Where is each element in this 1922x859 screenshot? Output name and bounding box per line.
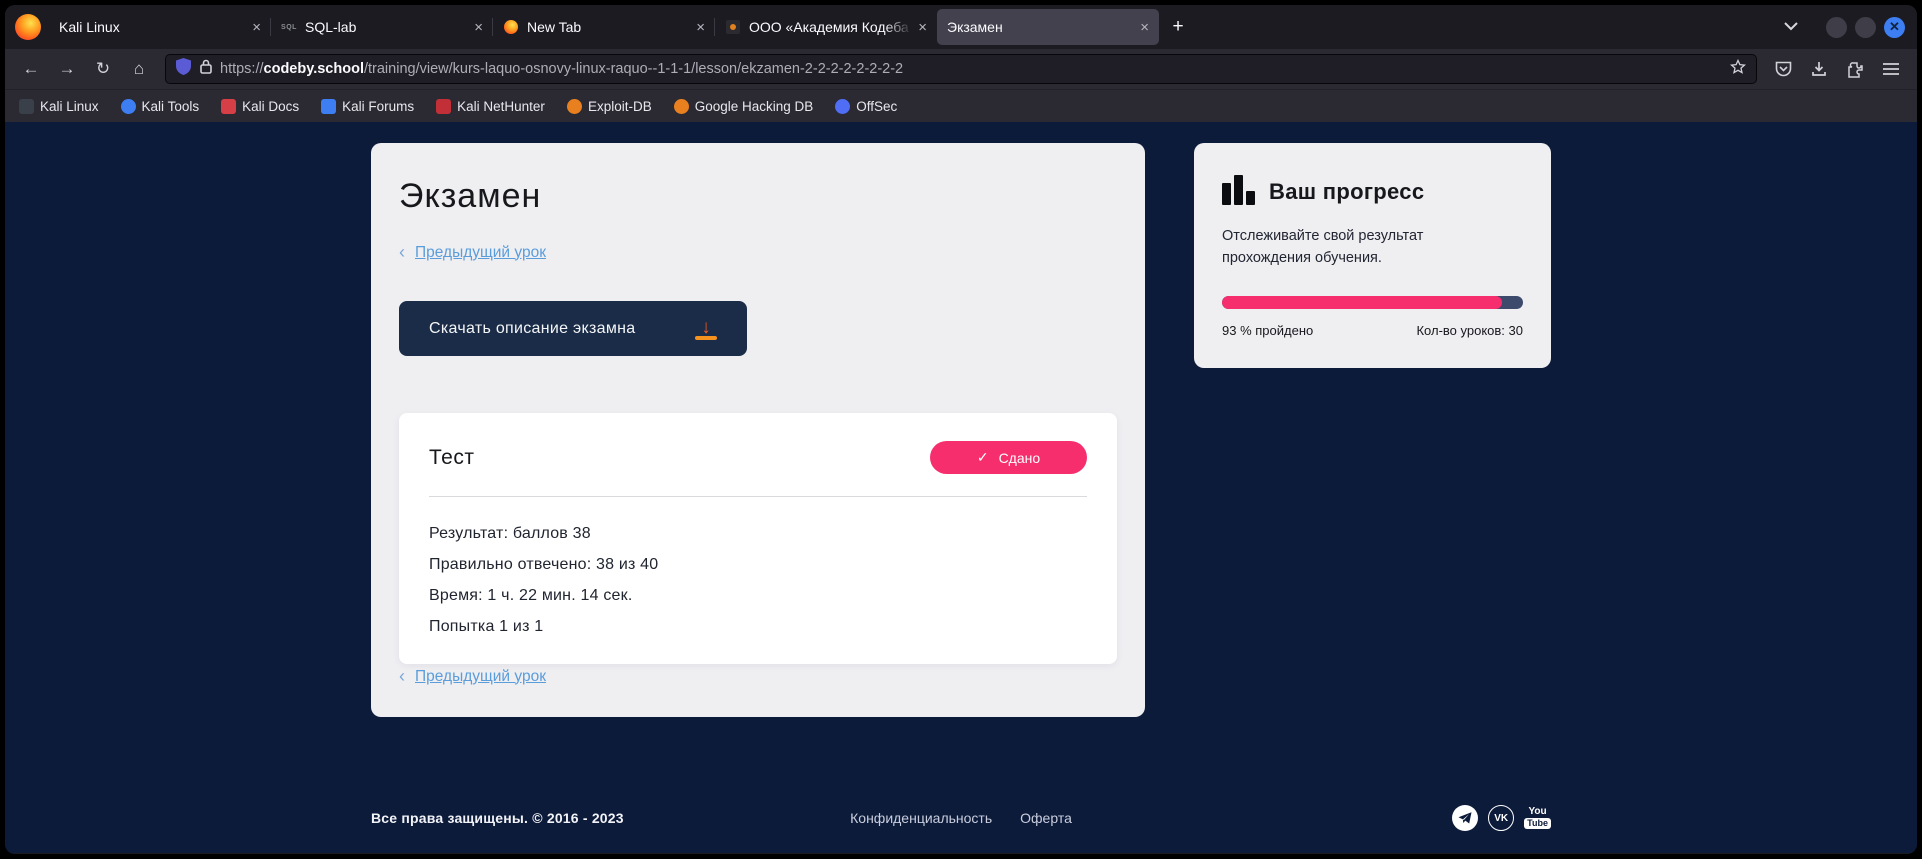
tracking-shield-icon[interactable]: [176, 58, 191, 80]
tab-label: SQL-lab: [305, 19, 468, 35]
bookmark-kali-tools[interactable]: Kali Tools: [121, 99, 200, 114]
bookmark-exploit-db[interactable]: Exploit-DB: [567, 99, 652, 114]
tab-ekzamen-active[interactable]: Экзамен ×: [937, 9, 1159, 45]
exploit-db-icon: [567, 99, 582, 114]
url-bar[interactable]: https://codeby.school/training/view/kurs…: [165, 54, 1757, 84]
kali-tools-icon: [121, 99, 136, 114]
tab-bar: Kali Linux × SQL SQL-lab × New Tab × ООО…: [5, 5, 1917, 49]
exam-card: Экзамен ‹ Предыдущий урок Скачать описан…: [371, 143, 1145, 717]
bookmark-kali-docs[interactable]: Kali Docs: [221, 99, 299, 114]
close-icon[interactable]: ×: [252, 20, 261, 35]
status-badge-label: Сдано: [999, 450, 1041, 466]
progress-description: Отслеживайте свой результат прохождения …: [1222, 225, 1472, 270]
chevron-down-icon[interactable]: [1784, 18, 1798, 36]
download-exam-description-button[interactable]: Скачать описание экзамна ↓: [399, 301, 747, 356]
tab-label: ООО «Академия Кодеба: [749, 19, 912, 35]
divider: [429, 496, 1087, 497]
close-icon[interactable]: ×: [696, 20, 705, 35]
downloads-icon[interactable]: [1803, 54, 1835, 84]
navigation-toolbar: ← → ↻ ⌂ https://codeby.school/training/v…: [5, 49, 1917, 89]
google-hacking-db-icon: [674, 99, 689, 114]
progress-card: Ваш прогресс Отслеживайте свой результат…: [1194, 143, 1551, 368]
test-result-card: Тест ✓ Сдано Результат: баллов 38 Правил…: [399, 413, 1117, 664]
browser-window: Kali Linux × SQL SQL-lab × New Tab × ООО…: [5, 5, 1917, 854]
firefox-logo-icon: [15, 14, 41, 40]
prev-lesson-link-bottom[interactable]: ‹ Предыдущий урок: [399, 666, 546, 687]
prev-lesson-label[interactable]: Предыдущий урок: [415, 668, 546, 686]
close-window-button[interactable]: ✕: [1884, 17, 1905, 38]
bookmarks-bar: Kali Linux Kali Tools Kali Docs Kali For…: [5, 89, 1917, 122]
kali-docs-icon: [221, 99, 236, 114]
social-links: VK You Tube: [1072, 805, 1551, 831]
result-score-line: Результат: баллов 38: [429, 525, 1087, 543]
progress-bar-fill: [1222, 296, 1502, 309]
page-title: Экзамен: [399, 177, 1117, 216]
forward-icon[interactable]: →: [51, 54, 83, 84]
chevron-left-icon: ‹: [399, 242, 405, 263]
back-icon[interactable]: ←: [15, 54, 47, 84]
bookmark-offsec[interactable]: OffSec: [835, 99, 897, 114]
chevron-left-icon: ‹: [399, 666, 405, 687]
progress-bar: [1222, 296, 1523, 309]
copyright-text: Все права защищены. © 2016 - 2023: [371, 810, 850, 826]
bar-chart-icon: [1222, 175, 1255, 205]
prev-lesson-link-top[interactable]: ‹ Предыдущий урок: [399, 242, 1117, 263]
close-icon[interactable]: ×: [1140, 20, 1149, 35]
bookmark-star-icon[interactable]: [1730, 59, 1746, 80]
maximize-button[interactable]: [1855, 17, 1876, 38]
tab-kali-linux[interactable]: Kali Linux ×: [49, 9, 271, 45]
tab-label: Экзамен: [947, 19, 1134, 35]
vk-icon[interactable]: VK: [1488, 805, 1514, 831]
lock-icon[interactable]: [200, 59, 212, 79]
tab-sql-lab[interactable]: SQL SQL-lab ×: [271, 9, 493, 45]
progress-title: Ваш прогресс: [1269, 179, 1424, 205]
firefox-favicon-icon: [503, 19, 519, 35]
tab-new-tab[interactable]: New Tab ×: [493, 9, 715, 45]
result-time-line: Время: 1 ч. 22 мин. 14 сек.: [429, 587, 1087, 605]
privacy-link[interactable]: Конфиденциальность: [850, 810, 992, 826]
offer-link[interactable]: Оферта: [1020, 810, 1072, 826]
kali-dragon-icon: [19, 99, 34, 114]
offsec-icon: [835, 99, 850, 114]
tab-label: Kali Linux: [59, 19, 246, 35]
url-text: https://codeby.school/training/view/kurs…: [220, 61, 1722, 77]
bookmark-kali-forums[interactable]: Kali Forums: [321, 99, 414, 114]
kali-nethunter-icon: [436, 99, 451, 114]
tab-codeby-academy[interactable]: ООО «Академия Кодеба ×: [715, 9, 937, 45]
new-tab-button[interactable]: +: [1163, 12, 1193, 42]
codeby-favicon-icon: [725, 19, 741, 35]
pocket-icon[interactable]: [1767, 54, 1799, 84]
close-icon[interactable]: ×: [918, 20, 927, 35]
minimize-button[interactable]: [1826, 17, 1847, 38]
lessons-count-label: Кол-во уроков: 30: [1416, 323, 1523, 338]
status-badge-passed: ✓ Сдано: [930, 441, 1087, 474]
close-icon[interactable]: ×: [474, 20, 483, 35]
bookmark-google-hacking-db[interactable]: Google Hacking DB: [674, 99, 814, 114]
progress-percent-label: 93 % пройдено: [1222, 323, 1313, 338]
kali-forums-icon: [321, 99, 336, 114]
download-icon: ↓: [695, 318, 717, 340]
menu-hamburger-icon[interactable]: [1875, 54, 1907, 84]
result-attempt-line: Попытка 1 из 1: [429, 618, 1087, 636]
extensions-puzzle-icon[interactable]: [1839, 54, 1871, 84]
telegram-icon[interactable]: [1452, 805, 1478, 831]
bookmark-kali-linux[interactable]: Kali Linux: [19, 99, 99, 114]
test-title: Тест: [429, 446, 474, 470]
bookmark-kali-nethunter[interactable]: Kali NetHunter: [436, 99, 545, 114]
download-button-label: Скачать описание экзамна: [429, 320, 635, 338]
check-icon: ✓: [977, 449, 989, 466]
tab-label: New Tab: [527, 19, 690, 35]
prev-lesson-label[interactable]: Предыдущий урок: [415, 244, 546, 262]
sql-favicon-icon: SQL: [281, 19, 297, 35]
page-footer: Все права защищены. © 2016 - 2023 Конфид…: [371, 805, 1551, 831]
reload-icon[interactable]: ↻: [87, 54, 119, 84]
result-correct-line: Правильно отвечено: 38 из 40: [429, 556, 1087, 574]
window-controls: ✕: [1826, 17, 1905, 38]
youtube-icon[interactable]: You Tube: [1524, 807, 1551, 829]
page-content: Экзамен ‹ Предыдущий урок Скачать описан…: [5, 122, 1917, 853]
home-icon[interactable]: ⌂: [123, 54, 155, 84]
